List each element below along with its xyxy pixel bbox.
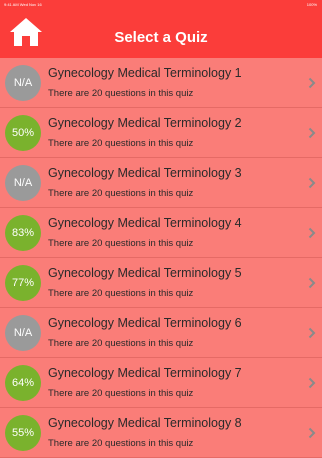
quiz-row[interactable]: N/A Gynecology Medical Terminology 3 There… xyxy=(0,158,322,208)
quiz-subtitle: There are 20 questions in this quiz xyxy=(48,88,194,99)
quiz-subtitle: There are 20 questions in this quiz xyxy=(48,238,194,249)
quiz-row[interactable]: 55% Gynecology Medical Terminology 8 There… xyxy=(0,408,322,458)
score-badge: 64% xyxy=(5,365,41,401)
quiz-title: Gynecology Medical Terminology 4 xyxy=(48,216,242,230)
status-bar: 9:41 AM Wed Nov 16 100% xyxy=(0,0,322,10)
chevron-right-icon xyxy=(308,177,316,189)
quiz-row[interactable]: N/A Gynecology Medical Terminology 1 There… xyxy=(0,58,322,108)
status-battery: 100% xyxy=(306,2,317,7)
quiz-row[interactable]: N/A Gynecology Medical Terminology 6 There… xyxy=(0,308,322,358)
quiz-title: Gynecology Medical Terminology 6 xyxy=(48,316,242,330)
score-badge: N/A xyxy=(5,315,41,351)
quiz-subtitle: There are 20 questions in this quiz xyxy=(48,438,194,449)
status-time: 9:41 AM Wed Nov 16 xyxy=(4,2,42,7)
quiz-subtitle: There are 20 questions in this quiz xyxy=(48,388,194,399)
quiz-subtitle: There are 20 questions in this quiz xyxy=(48,138,194,149)
quiz-title: Gynecology Medical Terminology 3 xyxy=(48,166,242,180)
quiz-row[interactable]: 83% Gynecology Medical Terminology 4 There… xyxy=(0,208,322,258)
score-badge: 50% xyxy=(5,115,41,151)
quiz-list: N/A Gynecology Medical Terminology 1 There… xyxy=(0,58,322,458)
chevron-right-icon xyxy=(308,77,316,89)
quiz-title: Gynecology Medical Terminology 7 xyxy=(48,366,242,380)
quiz-row[interactable]: 64% Gynecology Medical Terminology 7 There… xyxy=(0,358,322,408)
score-badge: 83% xyxy=(5,215,41,251)
chevron-right-icon xyxy=(308,327,316,339)
quiz-title: Gynecology Medical Terminology 2 xyxy=(48,116,242,130)
quiz-title: Gynecology Medical Terminology 8 xyxy=(48,416,242,430)
chevron-right-icon xyxy=(308,227,316,239)
quiz-row[interactable]: 50% Gynecology Medical Terminology 2 There… xyxy=(0,108,322,158)
score-badge: 77% xyxy=(5,265,41,301)
score-badge: N/A xyxy=(5,65,41,101)
chevron-right-icon xyxy=(308,277,316,289)
chevron-right-icon xyxy=(308,427,316,439)
quiz-subtitle: There are 20 questions in this quiz xyxy=(48,188,194,199)
chevron-right-icon xyxy=(308,377,316,389)
chevron-right-icon xyxy=(308,127,316,139)
quiz-title: Gynecology Medical Terminology 1 xyxy=(48,66,242,80)
quiz-subtitle: There are 20 questions in this quiz xyxy=(48,338,194,349)
score-badge: N/A xyxy=(5,165,41,201)
score-badge: 55% xyxy=(5,415,41,451)
quiz-title: Gynecology Medical Terminology 5 xyxy=(48,266,242,280)
navigation-bar: Select a Quiz xyxy=(0,10,322,58)
quiz-subtitle: There are 20 questions in this quiz xyxy=(48,288,194,299)
page-title: Select a Quiz xyxy=(114,29,208,46)
quiz-row[interactable]: 77% Gynecology Medical Terminology 5 There… xyxy=(0,258,322,308)
